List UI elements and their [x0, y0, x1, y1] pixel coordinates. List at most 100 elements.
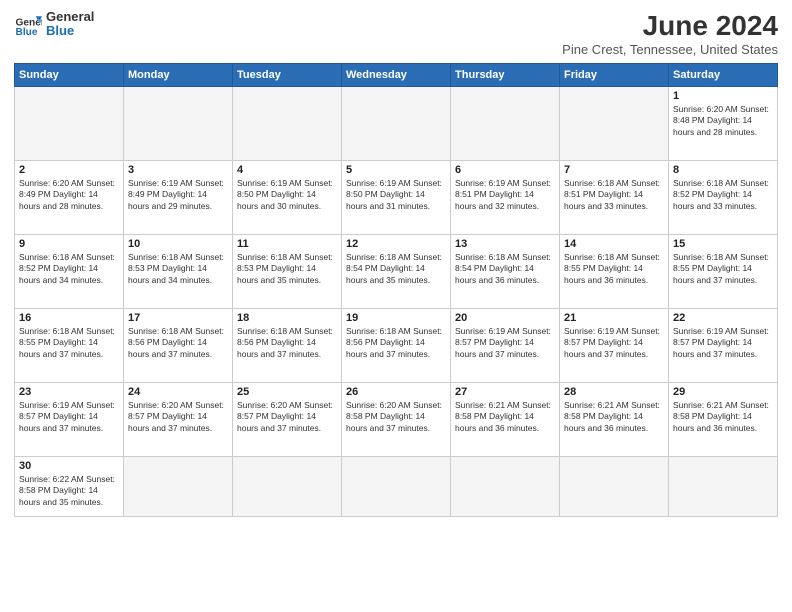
day-number: 14 — [564, 238, 664, 250]
day-cell: 11Sunrise: 6:18 AM Sunset: 8:53 PM Dayli… — [233, 235, 342, 309]
logo: General Blue General Blue — [14, 10, 94, 39]
day-number: 28 — [564, 386, 664, 398]
week-row-1: 2 Sunrise: 6:20 AM Sunset: 8:49 PM Daylig… — [15, 161, 778, 235]
day-cell: 14 Sunrise: 6:18 AM Sunset: 8:55 PM Dayli… — [560, 235, 669, 309]
day-cell: 2 Sunrise: 6:20 AM Sunset: 8:49 PM Daylig… — [15, 161, 124, 235]
day-info: Sunrise: 6:20 AM Sunset: 8:49 PM Dayligh… — [19, 178, 119, 212]
day-number: 1 — [673, 90, 773, 102]
day-cell: 23Sunrise: 6:19 AM Sunset: 8:57 PM Dayli… — [15, 383, 124, 457]
day-number: 16 — [19, 312, 119, 324]
day-number: 19 — [346, 312, 446, 324]
day-cell: 16 Sunrise: 6:18 AM Sunset: 8:55 PM Dayli… — [15, 309, 124, 383]
day-cell: 24Sunrise: 6:20 AM Sunset: 8:57 PM Dayli… — [124, 383, 233, 457]
day-cell: 8 Sunrise: 6:18 AM Sunset: 8:52 PM Daylig… — [669, 161, 778, 235]
weekday-saturday: Saturday — [669, 64, 778, 87]
day-cell — [669, 457, 778, 517]
day-info: Sunrise: 6:18 AM Sunset: 8:52 PM Dayligh… — [673, 178, 773, 212]
day-info: Sunrise: 6:21 AM Sunset: 8:58 PM Dayligh… — [455, 400, 555, 434]
weekday-wednesday: Wednesday — [342, 64, 451, 87]
day-info: Sunrise: 6:19 AM Sunset: 8:51 PM Dayligh… — [455, 178, 555, 212]
day-number: 15 — [673, 238, 773, 250]
week-row-5: 30 Sunrise: 6:22 AM Sunset: 8:58 PM Dayli… — [15, 457, 778, 517]
day-info: Sunrise: 6:19 AM Sunset: 8:50 PM Dayligh… — [346, 178, 446, 212]
day-number: 22 — [673, 312, 773, 324]
day-info: Sunrise: 6:18 AM Sunset: 8:55 PM Dayligh… — [19, 326, 119, 360]
day-info: Sunrise: 6:18 AM Sunset: 8:56 PM Dayligh… — [128, 326, 228, 360]
day-number: 9 — [19, 238, 119, 250]
day-info: Sunrise: 6:20 AM Sunset: 8:48 PM Dayligh… — [673, 104, 773, 138]
day-cell: 9 Sunrise: 6:18 AM Sunset: 8:52 PM Daylig… — [15, 235, 124, 309]
day-info: Sunrise: 6:19 AM Sunset: 8:57 PM Dayligh… — [673, 326, 773, 360]
day-info: Sunrise: 6:18 AM Sunset: 8:56 PM Dayligh… — [237, 326, 337, 360]
day-info: Sunrise: 6:18 AM Sunset: 8:52 PM Dayligh… — [19, 252, 119, 286]
title-area: June 2024 Pine Crest, Tennessee, United … — [562, 10, 778, 57]
day-cell — [560, 457, 669, 517]
day-cell — [342, 87, 451, 161]
weekday-monday: Monday — [124, 64, 233, 87]
day-cell — [124, 457, 233, 517]
day-cell: 29 Sunrise: 6:21 AM Sunset: 8:58 PM Dayli… — [669, 383, 778, 457]
day-cell — [451, 457, 560, 517]
page: General Blue General Blue June 2024 Pine… — [0, 0, 792, 612]
week-row-3: 16 Sunrise: 6:18 AM Sunset: 8:55 PM Dayli… — [15, 309, 778, 383]
day-cell: 26 Sunrise: 6:20 AM Sunset: 8:58 PM Dayli… — [342, 383, 451, 457]
day-cell — [342, 457, 451, 517]
day-cell: 20Sunrise: 6:19 AM Sunset: 8:57 PM Dayli… — [451, 309, 560, 383]
day-number: 29 — [673, 386, 773, 398]
day-cell: 3Sunrise: 6:19 AM Sunset: 8:49 PM Daylig… — [124, 161, 233, 235]
day-cell — [124, 87, 233, 161]
day-cell: 21 Sunrise: 6:19 AM Sunset: 8:57 PM Dayli… — [560, 309, 669, 383]
day-info: Sunrise: 6:20 AM Sunset: 8:57 PM Dayligh… — [237, 400, 337, 434]
day-cell: 19 Sunrise: 6:18 AM Sunset: 8:56 PM Dayli… — [342, 309, 451, 383]
weekday-friday: Friday — [560, 64, 669, 87]
week-row-0: 1 Sunrise: 6:20 AM Sunset: 8:48 PM Daylig… — [15, 87, 778, 161]
weekday-thursday: Thursday — [451, 64, 560, 87]
day-number: 3 — [128, 164, 228, 176]
day-cell — [15, 87, 124, 161]
day-number: 7 — [564, 164, 664, 176]
day-info: Sunrise: 6:18 AM Sunset: 8:51 PM Dayligh… — [564, 178, 664, 212]
day-info: Sunrise: 6:22 AM Sunset: 8:58 PM Dayligh… — [19, 474, 119, 508]
day-info: Sunrise: 6:19 AM Sunset: 8:57 PM Dayligh… — [564, 326, 664, 360]
day-number: 23 — [19, 386, 119, 398]
day-info: Sunrise: 6:18 AM Sunset: 8:55 PM Dayligh… — [564, 252, 664, 286]
day-number: 18 — [237, 312, 337, 324]
day-number: 26 — [346, 386, 446, 398]
day-info: Sunrise: 6:18 AM Sunset: 8:53 PM Dayligh… — [237, 252, 337, 286]
day-cell: 7 Sunrise: 6:18 AM Sunset: 8:51 PM Daylig… — [560, 161, 669, 235]
day-cell: 28 Sunrise: 6:21 AM Sunset: 8:58 PM Dayli… — [560, 383, 669, 457]
day-cell: 10 Sunrise: 6:18 AM Sunset: 8:53 PM Dayli… — [124, 235, 233, 309]
day-info: Sunrise: 6:18 AM Sunset: 8:54 PM Dayligh… — [455, 252, 555, 286]
day-cell: 27 Sunrise: 6:21 AM Sunset: 8:58 PM Dayli… — [451, 383, 560, 457]
day-info: Sunrise: 6:21 AM Sunset: 8:58 PM Dayligh… — [564, 400, 664, 434]
day-cell: 4Sunrise: 6:19 AM Sunset: 8:50 PM Daylig… — [233, 161, 342, 235]
day-number: 8 — [673, 164, 773, 176]
week-row-4: 23Sunrise: 6:19 AM Sunset: 8:57 PM Dayli… — [15, 383, 778, 457]
day-cell: 22 Sunrise: 6:19 AM Sunset: 8:57 PM Dayli… — [669, 309, 778, 383]
day-info: Sunrise: 6:18 AM Sunset: 8:56 PM Dayligh… — [346, 326, 446, 360]
day-number: 10 — [128, 238, 228, 250]
day-number: 6 — [455, 164, 555, 176]
logo-blue-text: Blue — [46, 24, 94, 38]
day-number: 13 — [455, 238, 555, 250]
day-info: Sunrise: 6:21 AM Sunset: 8:58 PM Dayligh… — [673, 400, 773, 434]
day-cell: 15 Sunrise: 6:18 AM Sunset: 8:55 PM Dayli… — [669, 235, 778, 309]
weekday-tuesday: Tuesday — [233, 64, 342, 87]
day-info: Sunrise: 6:18 AM Sunset: 8:54 PM Dayligh… — [346, 252, 446, 286]
day-number: 5 — [346, 164, 446, 176]
day-info: Sunrise: 6:18 AM Sunset: 8:53 PM Dayligh… — [128, 252, 228, 286]
day-info: Sunrise: 6:19 AM Sunset: 8:57 PM Dayligh… — [455, 326, 555, 360]
day-number: 30 — [19, 460, 119, 472]
day-number: 21 — [564, 312, 664, 324]
logo-icon: General Blue — [14, 10, 42, 38]
day-cell: 17 Sunrise: 6:18 AM Sunset: 8:56 PM Dayli… — [124, 309, 233, 383]
weekday-header-row: SundayMondayTuesdayWednesdayThursdayFrid… — [15, 64, 778, 87]
subtitle: Pine Crest, Tennessee, United States — [562, 42, 778, 57]
day-number: 17 — [128, 312, 228, 324]
day-info: Sunrise: 6:18 AM Sunset: 8:55 PM Dayligh… — [673, 252, 773, 286]
week-row-2: 9 Sunrise: 6:18 AM Sunset: 8:52 PM Daylig… — [15, 235, 778, 309]
day-info: Sunrise: 6:20 AM Sunset: 8:58 PM Dayligh… — [346, 400, 446, 434]
day-number: 2 — [19, 164, 119, 176]
day-cell: 5 Sunrise: 6:19 AM Sunset: 8:50 PM Daylig… — [342, 161, 451, 235]
day-number: 27 — [455, 386, 555, 398]
